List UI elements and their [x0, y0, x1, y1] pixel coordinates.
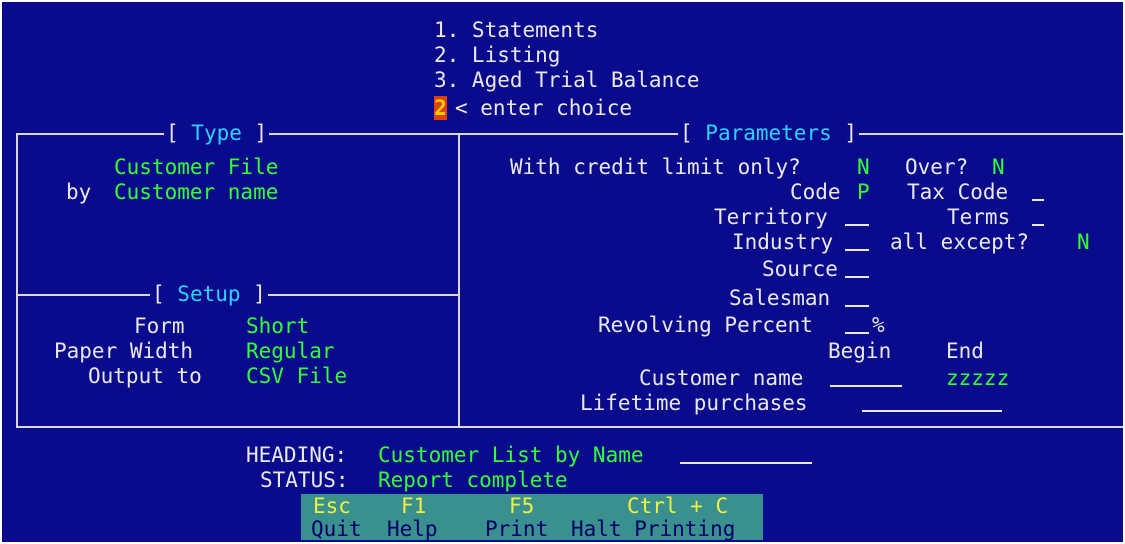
setup-title-text: Setup [177, 282, 241, 306]
type-title-text: Type [191, 121, 242, 145]
industry-field[interactable] [845, 232, 869, 257]
revolving-percent-field[interactable] [845, 315, 869, 340]
form-value[interactable]: Short [246, 314, 309, 339]
code-value[interactable]: P [857, 180, 870, 205]
panel-divider [458, 133, 460, 427]
status-label: STATUS: [260, 468, 349, 492]
type-line1: Customer File [114, 155, 279, 179]
territory-field[interactable] [845, 207, 869, 232]
choice-input[interactable]: 2 [434, 96, 447, 120]
code-label: Code [790, 180, 841, 204]
begin-header: Begin [828, 339, 892, 363]
fkey-f5-label[interactable]: Print [485, 517, 548, 542]
choice-prompt: < enter choice [455, 96, 633, 120]
customer-name-label: Customer name [639, 366, 804, 390]
menu-item-aged-trial-balance[interactable]: 3. Aged Trial Balance [434, 68, 700, 93]
salesman-field[interactable] [845, 288, 869, 313]
end-header: End [946, 339, 984, 363]
terminal-window: 1. Statements 2. Listing 3. Aged Trial B… [2, 2, 1123, 542]
function-key-bar: Esc Quit F1 Help F5 Print Ctrl + C Halt … [301, 494, 763, 542]
all-except-label: all except? [890, 230, 1030, 254]
output-to-value[interactable]: CSV File [246, 364, 347, 389]
panel-left-border [16, 133, 18, 427]
paper-width-label: Paper Width [54, 339, 194, 363]
output-to-label: Output to [88, 364, 202, 388]
fkey-ctrl-c[interactable]: Ctrl + C [627, 494, 728, 519]
over-value[interactable]: N [992, 155, 1005, 180]
fkey-esc-label[interactable]: Quit [311, 517, 362, 542]
customer-name-end-value[interactable]: zzzzz [946, 366, 1009, 391]
all-except-value[interactable]: N [1077, 230, 1090, 255]
form-label: Form [134, 314, 185, 338]
revolving-percent-label: Revolving Percent [598, 313, 813, 337]
parameters-title-text: Parameters [705, 121, 832, 145]
industry-label: Industry [732, 230, 834, 254]
fkey-f1[interactable]: F1 [401, 494, 426, 519]
paper-width-value[interactable]: Regular [246, 339, 335, 364]
dos-screen: 1. Statements 2. Listing 3. Aged Trial B… [0, 0, 1125, 544]
territory-label: Territory [714, 205, 828, 229]
over-label: Over? [905, 155, 969, 179]
tax-code-field[interactable] [1032, 182, 1044, 207]
type-panel-title: [ Type ] [164, 121, 270, 145]
heading-value[interactable]: Customer List by Name [378, 443, 644, 468]
lifetime-purchases-label: Lifetime purchases [580, 391, 808, 415]
heading-field-remainder [680, 445, 812, 470]
status-value: Report complete [378, 468, 568, 492]
source-field[interactable] [845, 259, 869, 284]
percent-sign: % [872, 313, 885, 337]
fkey-f1-label[interactable]: Help [387, 517, 438, 542]
type-sort-value[interactable]: Customer name [114, 180, 278, 205]
customer-name-begin-field[interactable] [830, 368, 902, 393]
menu-item-statements[interactable]: 1. Statements [434, 18, 598, 43]
parameters-panel-title: [ Parameters ] [678, 121, 860, 145]
heading-label: HEADING: [246, 443, 348, 467]
tax-code-label: Tax Code [907, 180, 1009, 204]
fkey-esc[interactable]: Esc [313, 494, 351, 519]
panel-bottom-border [16, 426, 1123, 428]
credit-limit-label: With credit limit only? [510, 155, 801, 179]
setup-panel-title: [ Setup ] [150, 282, 268, 306]
fkey-ctrl-c-label[interactable]: Halt Printing [571, 517, 735, 542]
credit-limit-value[interactable]: N [857, 155, 870, 180]
terms-label: Terms [947, 205, 1011, 229]
terms-field[interactable] [1032, 207, 1044, 232]
salesman-label: Salesman [729, 286, 831, 310]
fkey-f5[interactable]: F5 [509, 494, 534, 519]
menu-item-listing[interactable]: 2. Listing [434, 43, 560, 68]
source-label: Source [762, 257, 838, 281]
lifetime-purchases-field[interactable] [862, 393, 1002, 418]
type-by-label: by [66, 180, 92, 204]
